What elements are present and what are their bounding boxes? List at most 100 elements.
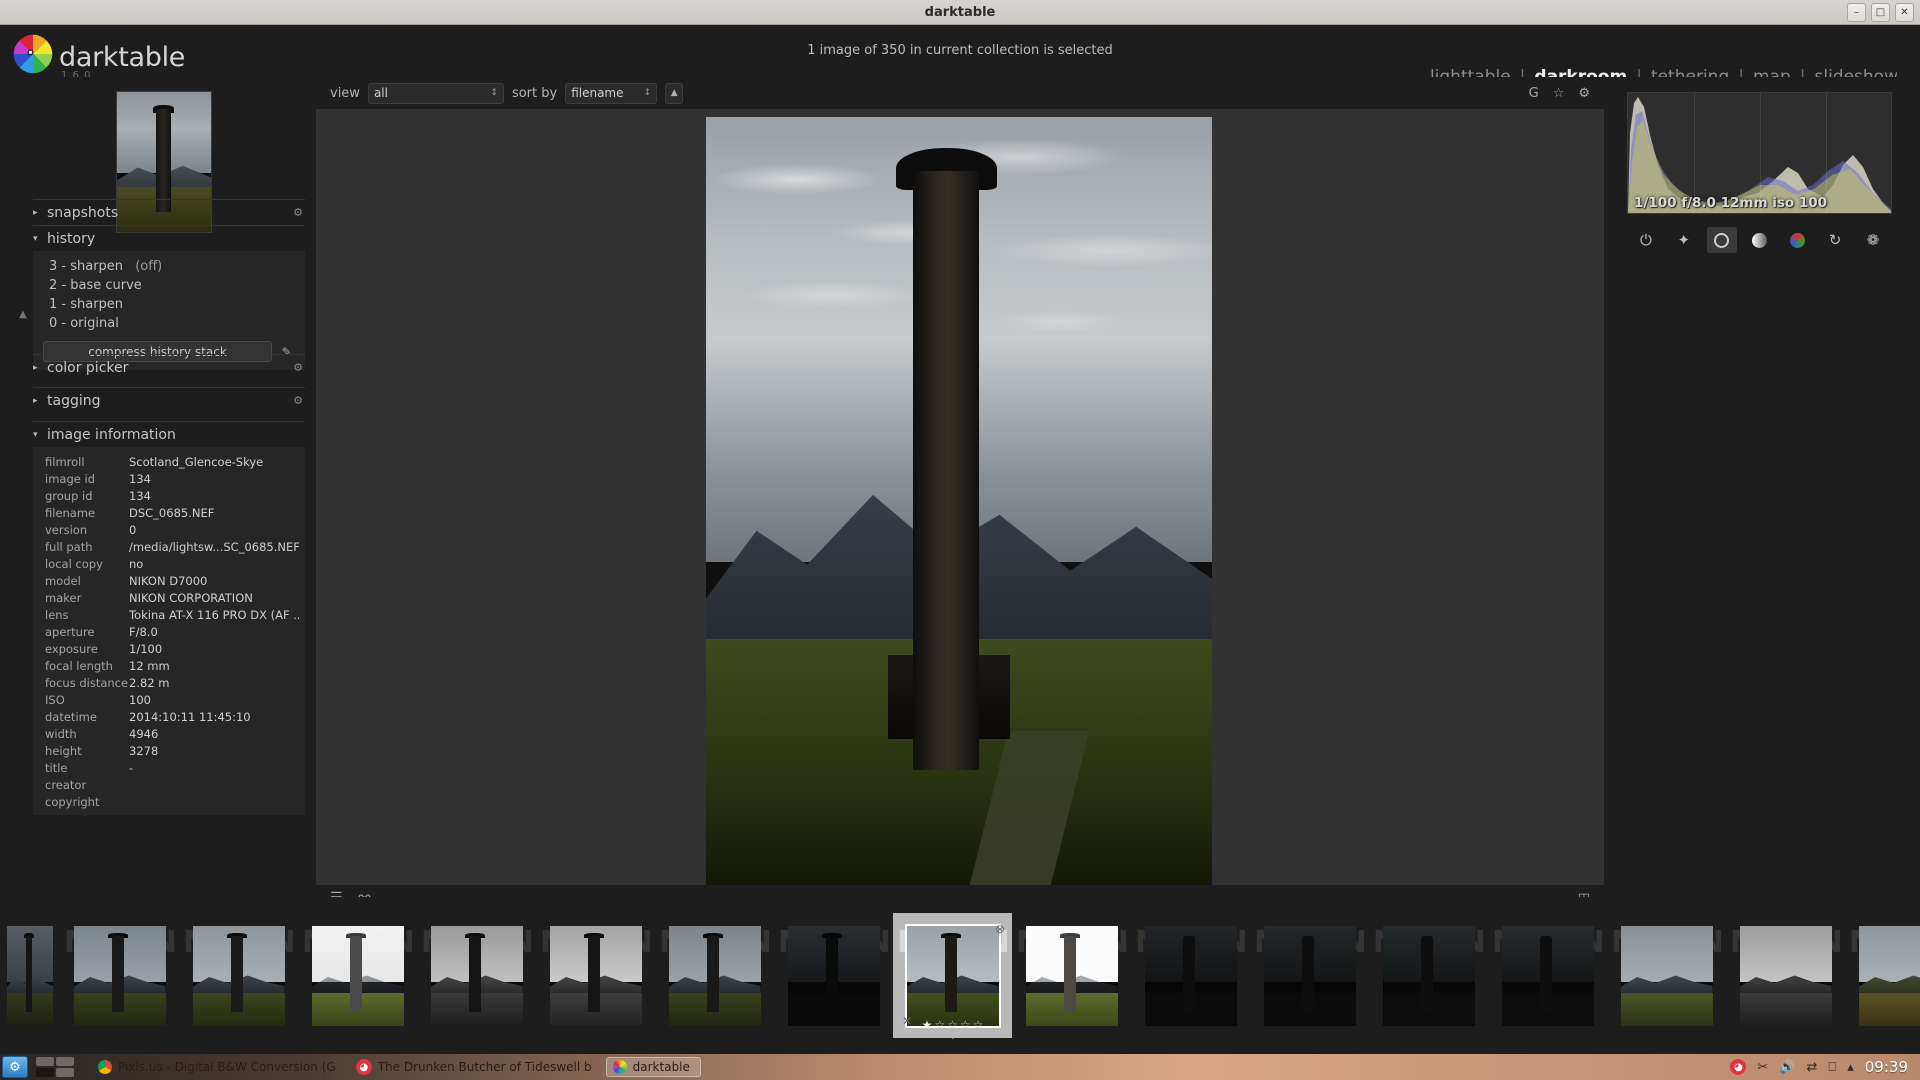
filmstrip-item[interactable]: NIKON — [1131, 913, 1250, 1038]
filmstrip-item[interactable]: NIKON — [536, 913, 655, 1038]
history-item[interactable]: 3 - sharpen (off) — [33, 257, 305, 276]
thumbnail — [1025, 925, 1118, 1026]
messaging-icon[interactable]: ◕ — [1730, 1059, 1747, 1075]
sort-direction-button[interactable]: ▲ — [665, 82, 684, 104]
star-icon-1[interactable]: ★ — [922, 1018, 933, 1032]
thumbnail — [549, 925, 642, 1026]
scissors-icon[interactable]: ✂ — [1757, 1060, 1768, 1075]
workspace-1[interactable] — [36, 1057, 54, 1066]
meta-value: 3278 — [129, 744, 159, 758]
close-icon[interactable]: ✕ — [1895, 3, 1914, 22]
meta-value: NIKON D7000 — [129, 574, 208, 588]
meta-value: 1/100 — [129, 642, 163, 656]
sidebar-item-color-picker[interactable]: ▸ color picker ⚙ — [33, 354, 305, 380]
meta-row: datetime 2014:10:11 11:45:10 — [33, 709, 305, 726]
meta-row: full path/media/lightsw...SC_0685.NEF — [33, 539, 305, 556]
volume-icon[interactable]: 🔊 — [1779, 1060, 1795, 1075]
left-panel: fit ▾ ▲ ▼ ▸ snapshots ⚙ ▾ history 3 - — [0, 77, 316, 951]
color-modules-icon[interactable] — [1782, 227, 1812, 253]
history-item[interactable]: 0 - original — [33, 314, 305, 333]
reject-icon[interactable]: ✕ — [902, 1014, 912, 1028]
meta-value: NIKON CORPORATION — [129, 591, 253, 605]
meta-value: 4946 — [129, 727, 159, 741]
taskbar-item-darktable[interactable]: darktable — [605, 1057, 701, 1077]
filmstrip-item[interactable]: NIKON — [417, 913, 536, 1038]
darkroom-canvas[interactable] — [316, 109, 1604, 885]
filmstrip-item[interactable]: NIKON — [1607, 913, 1726, 1038]
image-monument-tower — [913, 170, 980, 770]
histogram[interactable]: 1/100 f/8.0 12mm iso 100 — [1627, 92, 1892, 214]
star-icon-5[interactable]: ☆ — [973, 1018, 984, 1032]
filmstrip-item[interactable]: NIKON — [774, 913, 893, 1038]
maximize-icon[interactable]: □ — [1871, 3, 1890, 22]
filmstrip-item[interactable]: NIKON — [1250, 913, 1369, 1038]
active-modules-icon[interactable]: ⏻ — [1631, 227, 1661, 253]
filmstrip-item[interactable] — [0, 913, 60, 1038]
sidebar-item-snapshots[interactable]: ▸ snapshots ⚙ — [33, 199, 305, 225]
show-hidden-icon[interactable]: ▴ — [1847, 1060, 1854, 1075]
meta-row: height 3278 — [33, 743, 305, 760]
filmstrip-item[interactable]: NIKON — [60, 913, 179, 1038]
chevron-right-icon: ▸ — [33, 362, 38, 373]
gear-icon[interactable]: ⚙ — [1578, 86, 1590, 101]
start-menu-icon[interactable]: ⚙ — [2, 1056, 28, 1078]
correction-modules-icon[interactable]: ↻ — [1820, 227, 1850, 253]
view-filter-label: view — [330, 85, 360, 101]
app-header: darktable 1.6.0 1 image of 350 in curren… — [0, 25, 1920, 87]
minimize-icon[interactable]: – — [1847, 3, 1866, 22]
main-image-preview[interactable] — [706, 117, 1212, 885]
workspace-4[interactable] — [56, 1068, 74, 1077]
sidebar-item-history[interactable]: ▾ history — [33, 225, 305, 251]
meta-row: aperture F/8.0 — [33, 624, 305, 641]
basic-modules-icon[interactable] — [1706, 227, 1737, 253]
star-icon[interactable]: ☆ — [1553, 86, 1565, 101]
meta-row: ISO 100 — [33, 692, 305, 709]
effects-modules-icon[interactable]: ❁ — [1858, 227, 1888, 253]
filmstrip-item-selected[interactable]: NIKON ✕ ⊗ ★ ☆ ☆ ☆ ☆ — [893, 913, 1012, 1039]
workspace-2[interactable] — [56, 1057, 74, 1066]
sort-by-value: filename — [571, 86, 624, 100]
view-filter-value: all — [373, 86, 388, 100]
filmstrip-item[interactable]: NIKON — [1488, 913, 1607, 1038]
meta-key: exposure — [45, 642, 98, 656]
filmstrip-item[interactable]: NIKON — [1012, 913, 1131, 1038]
scroll-up-icon[interactable]: ▲ — [17, 309, 29, 320]
filmstrip-item[interactable]: NIKON — [1726, 913, 1845, 1038]
meta-row: image id 134 — [33, 471, 305, 488]
meta-row: exposure 1/100 — [33, 641, 305, 658]
clock[interactable]: 09:39 — [1865, 1058, 1908, 1076]
display-icon[interactable]: ⎕ — [1828, 1060, 1836, 1075]
filmstrip-item[interactable]: NIKON — [1845, 913, 1920, 1038]
meta-row: title - — [33, 760, 305, 777]
section-label: snapshots — [47, 204, 119, 221]
history-item[interactable]: 2 - base curve — [33, 276, 305, 295]
tone-modules-icon[interactable] — [1744, 227, 1774, 253]
meta-key: datetime — [45, 710, 97, 724]
sort-by-select[interactable]: filename ↕ — [565, 82, 658, 104]
workspace-switcher[interactable] — [36, 1057, 74, 1077]
workspace-3[interactable] — [36, 1068, 54, 1077]
meta-value: Tokina AT-X 116 PRO DX (AF ... — [129, 608, 299, 622]
sidebar-item-tagging[interactable]: ▸ tagging ⚙ — [33, 387, 305, 413]
filmstrip-item[interactable]: NIKON — [1369, 913, 1488, 1038]
taskbar-item-chrome[interactable]: Pixls.us - Digital B&W Conversion (G — [92, 1057, 346, 1077]
filmstrip-item[interactable]: NIKON — [298, 913, 417, 1038]
view-filter-select[interactable]: all ↕ — [367, 82, 504, 104]
favorite-modules-icon[interactable]: ✦ — [1669, 227, 1699, 253]
history-item[interactable]: 1 - sharpen — [33, 295, 305, 314]
guides-icon[interactable]: G — [1529, 86, 1539, 101]
sidebar-item-image-information[interactable]: ▾ image information — [33, 421, 305, 447]
network-icon[interactable]: ⇄ — [1807, 1060, 1818, 1075]
meta-value: 12 mm — [129, 659, 170, 673]
left-panel-scrollbar[interactable]: ▲ ▼ — [17, 309, 29, 969]
reset-icon[interactable]: ⚙ — [293, 394, 303, 407]
darktable-icon — [612, 1060, 627, 1074]
filmstrip-item[interactable]: NIKON — [179, 913, 298, 1038]
collection-status: 1 image of 350 in current collection is … — [807, 43, 1113, 58]
reset-icon[interactable]: ⚙ — [293, 206, 303, 219]
taskbar-item-butcher[interactable]: ◕ The Drunken Butcher of Tideswell b — [350, 1057, 602, 1077]
reset-icon[interactable]: ⚙ — [293, 361, 303, 374]
filmstrip-item[interactable]: NIKON — [655, 913, 774, 1038]
filmstrip[interactable]: NIKON NIKON NIKON NIKON — [0, 897, 1920, 1054]
window-titlebar: darktable – □ ✕ — [0, 0, 1920, 25]
